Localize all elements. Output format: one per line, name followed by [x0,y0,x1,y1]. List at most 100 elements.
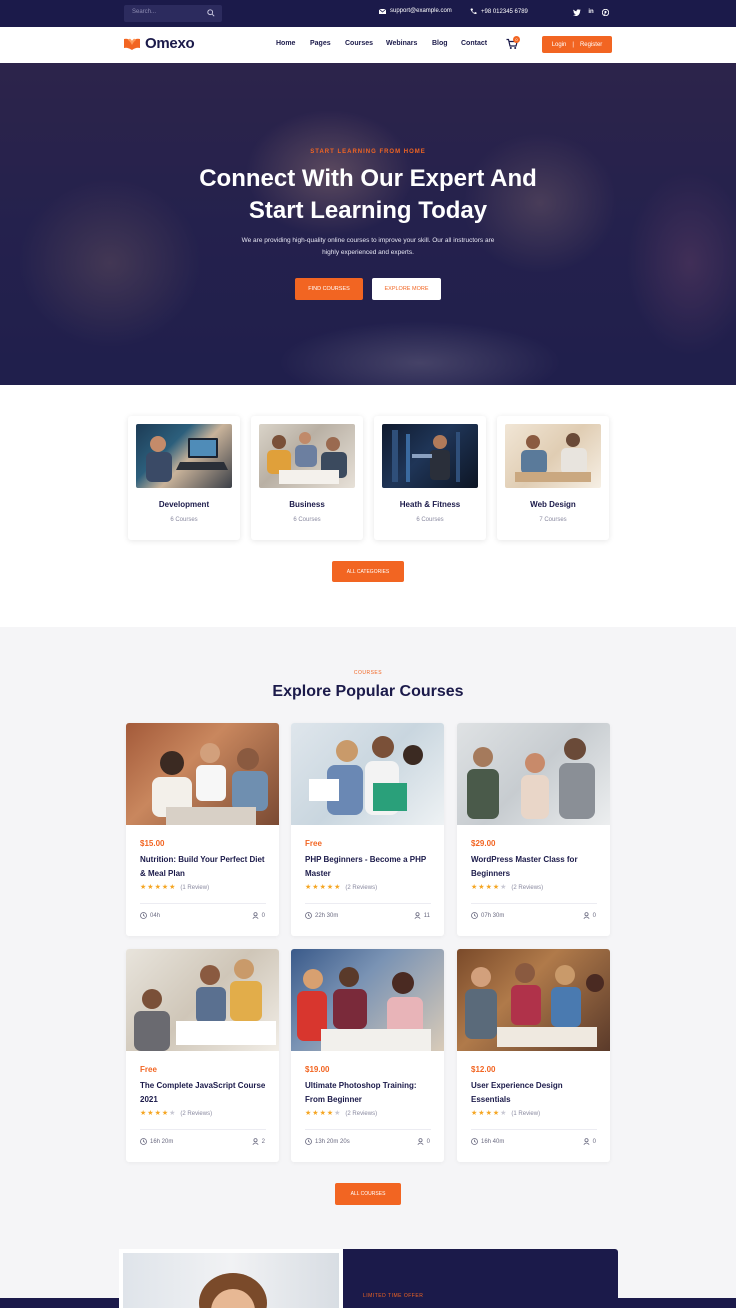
star-icon: ★ [147,884,154,891]
hero-description: We are providing high-quality online cou… [241,237,495,256]
star-icon: ★ [140,1110,147,1117]
user-icon [417,1138,424,1145]
card-divider [305,1129,431,1130]
popular-courses-section: COURSES Explore Popular Courses $15.00 N… [0,627,736,1308]
star-icon: ★ [312,1110,319,1117]
course-card[interactable]: $12.00 User Experience Design Essentials… [457,949,610,1162]
course-title[interactable]: PHP Beginners - Become a PHP Master [305,853,433,881]
register-link[interactable]: Register [580,42,602,48]
linkedin-icon[interactable]: in [587,8,595,16]
course-price: Free [305,839,322,848]
find-courses-button[interactable]: FIND COURSES [295,278,363,300]
offer-panel: LIMITED TIME OFFER [343,1249,618,1308]
course-title[interactable]: User Experience Design Essentials [471,1079,599,1107]
course-price: $29.00 [471,839,496,848]
category-image [136,424,232,488]
email-contact[interactable]: support@example.com [379,8,452,14]
all-categories-button[interactable]: ALL CATEGORIES [332,561,404,582]
course-rating: ★ ★ ★ ★ ★ (2 Reviews) [471,884,543,891]
offer-eyebrow: LIMITED TIME OFFER [363,1293,424,1299]
star-icon: ★ [319,1110,326,1117]
course-title[interactable]: WordPress Master Class for Beginners [471,853,599,881]
star-icon: ★ [161,884,169,891]
students-text: 2 [261,1138,265,1145]
course-duration: 22h 30m [305,912,338,919]
duration-text: 16h 20m [150,1138,174,1145]
clock-icon [140,1138,147,1145]
duration-text: 13h 20m 20s [315,1138,350,1145]
user-icon [252,912,259,919]
hero-title: Connect With Our Expert And Start Learni… [0,163,736,227]
card-divider [305,903,431,904]
students-text: 11 [423,912,430,919]
nav-contact[interactable]: Contact [461,40,487,47]
twitter-icon[interactable] [573,8,581,16]
explore-more-button[interactable]: EXPLORE MORE [372,278,441,300]
course-rating: ★ ★ ★ ★ ★ (2 Reviews) [140,1110,212,1117]
phone-contact[interactable]: +98 012345 6789 [470,8,528,15]
all-courses-button[interactable]: ALL COURSES [335,1183,401,1205]
category-card-web-design[interactable]: Web Design 7 Courses [497,416,609,540]
course-card[interactable]: $15.00 Nutrition: Build Your Perfect Die… [126,723,279,936]
course-card[interactable]: $29.00 WordPress Master Class for Beginn… [457,723,610,936]
star-icon: ★ [326,884,334,891]
course-card[interactable]: Free The Complete JavaScript Course 2021… [126,949,279,1162]
search-icon[interactable] [207,9,215,17]
star-icon: ★ [161,1110,169,1117]
course-students: 0 [583,1138,596,1145]
course-card[interactable]: Free PHP Beginners - Become a PHP Master… [291,723,444,936]
course-image [126,949,279,1051]
hero-banner: START LEARNING FROM HOME Connect With Ou… [0,63,736,385]
clock-icon [471,912,478,919]
course-card[interactable]: $19.00 Ultimate Photoshop Training: From… [291,949,444,1162]
user-icon [583,912,590,919]
course-students: 0 [417,1138,430,1145]
course-title[interactable]: The Complete JavaScript Course 2021 [140,1079,268,1107]
hero-title-line2: Start Learning Today [248,197,488,224]
category-name: Web Design [530,500,576,509]
card-divider [140,1129,266,1130]
category-name: Development [158,500,210,509]
search-box[interactable]: Search... [124,5,222,22]
nav-webinars[interactable]: Webinars [386,40,417,47]
email-text: support@example.com [390,8,452,14]
star-icon: ★ [140,884,147,891]
category-image [259,424,355,488]
main-navbar: Omexo Home Pages Courses Webinars Blog C… [0,27,736,63]
course-title[interactable]: Ultimate Photoshop Training: From Beginn… [305,1079,433,1107]
star-icon: ★ [334,884,341,891]
category-card-health-fitness[interactable]: Heath & Fitness 6 Courses [374,416,486,540]
category-count: 7 Courses [539,517,567,523]
phone-icon [470,8,477,15]
category-card-business[interactable]: Business 6 Courses [251,416,363,540]
category-card-development[interactable]: Development 6 Courses [128,416,240,540]
offer-photo-frame [119,1249,343,1308]
star-icon: ★ [326,1110,334,1117]
star-icon: ★ [492,884,500,891]
star-icon: ★ [478,1110,485,1117]
login-register-button[interactable]: Login | Register [542,36,612,53]
nav-pages[interactable]: Pages [310,40,331,47]
site-logo[interactable]: Omexo [123,35,195,52]
search-input[interactable]: Search... [132,9,156,15]
login-link[interactable]: Login [552,42,567,48]
course-duration: 16h 40m [471,1138,504,1145]
clock-icon [305,912,312,919]
nav-courses[interactable]: Courses [345,40,373,47]
category-name: Business [289,500,325,509]
star-icon: ★ [478,884,485,891]
top-bar: Search... support@example.com +98 012345… [0,0,736,27]
course-price: $15.00 [140,839,165,848]
course-image [291,949,444,1051]
star-icon: ★ [485,884,492,891]
card-divider [471,1129,597,1130]
mail-icon [379,8,386,14]
nav-home[interactable]: Home [276,40,295,47]
nav-blog[interactable]: Blog [432,40,448,47]
course-reviews: (2 Reviews) [511,884,544,891]
course-title[interactable]: Nutrition: Build Your Perfect Diet & Mea… [140,853,268,881]
pinterest-icon[interactable] [601,8,609,16]
course-students: 0 [252,912,265,919]
course-students: 0 [583,912,596,919]
category-count: 6 Courses [170,517,198,523]
